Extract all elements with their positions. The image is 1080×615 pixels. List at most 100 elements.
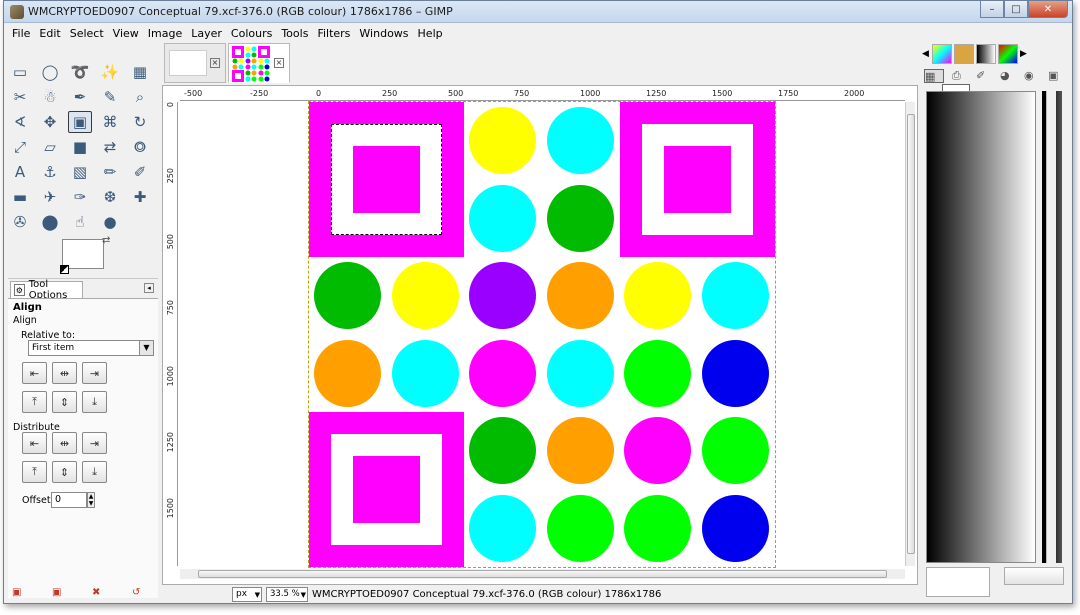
- bucket-fill-icon[interactable]: ⚓: [38, 161, 62, 183]
- green-circle[interactable]: [469, 417, 537, 485]
- reset-colors-icon[interactable]: [60, 265, 69, 274]
- cyan-circle[interactable]: [391, 339, 459, 407]
- vertical-scroll-thumb[interactable]: [907, 114, 915, 554]
- heal-icon[interactable]: ✚: [128, 186, 152, 208]
- horizontal-ruler[interactable]: -500 -250 0 250 500 750 1000 1250 1500 1750 2000: [180, 89, 905, 101]
- menu-edit[interactable]: Edit: [39, 27, 60, 40]
- text-icon[interactable]: A: [8, 161, 32, 183]
- brush-icon[interactable]: ✐: [976, 69, 992, 83]
- ink-icon[interactable]: ✑: [68, 186, 92, 208]
- reset-options-icon[interactable]: ↺: [132, 587, 144, 599]
- menu-colours[interactable]: Colours: [231, 27, 272, 40]
- color-palette-icon[interactable]: ◉: [1024, 69, 1040, 83]
- cage-icon[interactable]: ⭗: [128, 136, 152, 158]
- stamp-icon[interactable]: ⎙: [952, 69, 968, 83]
- distribute-left-button[interactable]: ⇤: [22, 432, 47, 454]
- dock-scrollbar[interactable]: [1046, 91, 1056, 563]
- fg-bg-colors[interactable]: ⇄: [60, 235, 110, 279]
- lime-circle[interactable]: [624, 495, 692, 562]
- zoom-select[interactable]: 33.5 % ▼: [266, 586, 308, 602]
- zoom-icon[interactable]: ⌕: [128, 86, 152, 108]
- magenta-square-frame[interactable]: [309, 102, 464, 257]
- align-bottom-edge-button[interactable]: ⤓: [82, 391, 107, 413]
- gradient-preview[interactable]: [926, 91, 1036, 563]
- distribute-center-horizontal-button[interactable]: ⇹: [52, 432, 77, 454]
- maximize-button[interactable]: □: [1004, 1, 1028, 18]
- offset-spin-button[interactable]: ▲ ▼: [87, 492, 95, 508]
- menu-filters[interactable]: Filters: [317, 27, 350, 40]
- pencil-icon[interactable]: ✏: [98, 161, 122, 183]
- chevron-right-icon[interactable]: ▶: [1020, 49, 1030, 59]
- menu-windows[interactable]: Windows: [359, 27, 408, 40]
- image-icon[interactable]: ▣: [1048, 69, 1064, 83]
- select-by-color-icon[interactable]: ▦: [128, 61, 152, 83]
- align-left-edge-button[interactable]: ⇤: [22, 362, 47, 384]
- tab-gradients[interactable]: [976, 44, 996, 64]
- menu-tools[interactable]: Tools: [281, 27, 308, 40]
- blue-circle[interactable]: [702, 339, 769, 407]
- lime-circle[interactable]: [624, 339, 692, 407]
- vertical-ruler[interactable]: 0 250 500 750 1000 1250 1500: [166, 102, 178, 566]
- menu-layer[interactable]: Layer: [191, 27, 222, 40]
- cyan-circle[interactable]: [469, 495, 537, 562]
- move-icon[interactable]: ✥: [38, 111, 62, 133]
- scissors-icon[interactable]: ✂: [8, 86, 32, 108]
- perspective-icon[interactable]: ■: [68, 136, 92, 158]
- yellow-circle[interactable]: [624, 262, 692, 330]
- image-tab-2[interactable]: ×: [228, 43, 290, 83]
- close-button[interactable]: ✕: [1028, 1, 1068, 18]
- cyan-circle[interactable]: [469, 184, 537, 252]
- magenta-square-frame[interactable]: [309, 412, 464, 567]
- color-wheel-icon[interactable]: ◕: [1000, 69, 1016, 83]
- distribute-center-vertical-button[interactable]: ⇕: [52, 461, 77, 483]
- rect-select-icon[interactable]: ▭: [8, 61, 32, 83]
- menu-view[interactable]: View: [113, 27, 139, 40]
- horizontal-scrollbar[interactable]: [180, 569, 905, 579]
- smudge-icon[interactable]: ☝: [68, 211, 92, 233]
- align-right-edge-button[interactable]: ⇥: [82, 362, 107, 384]
- blur-icon[interactable]: ⬤: [38, 211, 62, 233]
- clone-icon[interactable]: ❆: [98, 186, 122, 208]
- yellow-circle[interactable]: [391, 262, 459, 330]
- fuzzy-select-icon[interactable]: ✨: [98, 61, 122, 83]
- image-canvas[interactable]: [308, 101, 776, 568]
- purple-circle[interactable]: [469, 262, 537, 330]
- tab-menu-icon[interactable]: ◂: [144, 283, 154, 293]
- close-tab-icon[interactable]: ×: [274, 58, 284, 68]
- ellipse-select-icon[interactable]: ◯: [38, 61, 62, 83]
- airbrush-icon[interactable]: ✈: [38, 186, 62, 208]
- tab-tool-options[interactable]: ⚙ Tool Options: [10, 279, 83, 301]
- horizontal-scroll-thumb[interactable]: [198, 570, 887, 578]
- close-tab-icon[interactable]: ×: [210, 58, 220, 68]
- offset-input[interactable]: 0: [51, 492, 87, 508]
- magenta-circle[interactable]: [624, 417, 692, 485]
- orange-circle[interactable]: [314, 339, 381, 407]
- lasso-icon[interactable]: ➰: [68, 61, 92, 83]
- save-options-icon[interactable]: ▣: [12, 587, 24, 599]
- delete-options-icon[interactable]: ✖: [92, 587, 104, 599]
- blend-icon[interactable]: ▧: [68, 161, 92, 183]
- magenta-square-frame[interactable]: [620, 102, 775, 257]
- perspective-clone-icon[interactable]: ✇: [8, 211, 32, 233]
- paintbrush-icon[interactable]: ✐: [128, 161, 152, 183]
- scale-icon[interactable]: ⤢: [8, 136, 32, 158]
- tab-patterns[interactable]: [954, 44, 974, 64]
- align-icon[interactable]: ▣: [68, 111, 92, 133]
- green-circle[interactable]: [546, 184, 614, 252]
- menu-select[interactable]: Select: [70, 27, 104, 40]
- cyan-circle[interactable]: [546, 107, 614, 174]
- yellow-circle[interactable]: [469, 107, 537, 174]
- channels-icon[interactable]: ▦: [924, 69, 944, 83]
- menu-file[interactable]: File: [12, 27, 30, 40]
- relative-to-select[interactable]: First item ▼: [28, 340, 154, 356]
- measure-icon[interactable]: ∢: [8, 111, 32, 133]
- flip-icon[interactable]: ⇄: [98, 136, 122, 158]
- align-top-edge-button[interactable]: ⤒: [22, 391, 47, 413]
- blue-circle[interactable]: [702, 495, 769, 562]
- orange-circle[interactable]: [546, 417, 614, 485]
- color-picker-icon[interactable]: ✎: [98, 86, 122, 108]
- align-center-horizontal-button[interactable]: ⇹: [52, 362, 77, 384]
- vertical-scrollbar[interactable]: [905, 102, 915, 566]
- crop-icon[interactable]: ⌘: [98, 111, 122, 133]
- orange-circle[interactable]: [546, 262, 614, 330]
